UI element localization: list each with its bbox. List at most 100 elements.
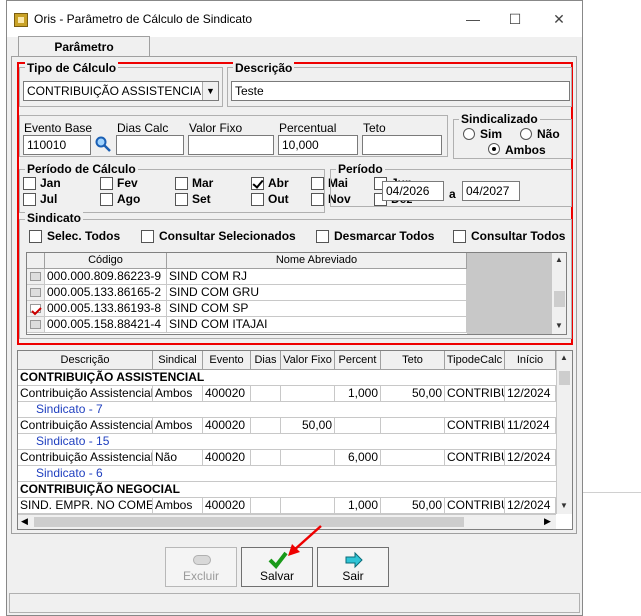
tab-parametro[interactable]: Parâmetro — [18, 36, 150, 58]
resumo-col-header[interactable]: Sindical — [153, 351, 203, 370]
month-checkbox[interactable] — [175, 193, 188, 206]
evento-base-input[interactable]: 110010 — [23, 135, 91, 155]
minimize-icon[interactable]: — — [455, 7, 491, 31]
resumo-cell[interactable]: 6,000 — [335, 450, 381, 466]
resumo-cell[interactable]: CONTRIBUIÇ — [445, 498, 505, 514]
row-checkbox[interactable] — [27, 269, 45, 285]
sindicato-nome-cell[interactable]: SIND COM RJ — [167, 269, 467, 285]
row-checkbox[interactable] — [27, 317, 45, 333]
radio-sim[interactable] — [463, 128, 475, 140]
resumo-cell[interactable] — [281, 450, 335, 466]
consultar-todos-checkbox[interactable] — [453, 230, 466, 243]
chevron-down-icon[interactable]: ▼ — [202, 82, 218, 100]
resumo-cell[interactable]: 12/2024 — [505, 498, 556, 514]
resumo-cell[interactable] — [335, 418, 381, 434]
resumo-cell[interactable]: Ambos — [153, 386, 203, 402]
row-checkbox[interactable] — [27, 301, 45, 317]
resumo-col-header[interactable]: Início — [505, 351, 556, 370]
resumo-cell[interactable]: 11/2024 — [505, 418, 556, 434]
resumo-col-header[interactable]: Valor Fixo — [281, 351, 335, 370]
month-checkbox[interactable] — [23, 193, 36, 206]
resumo-cell[interactable] — [251, 450, 281, 466]
resumo-cell[interactable]: 400020 — [203, 450, 251, 466]
resumo-cell[interactable] — [381, 418, 445, 434]
excluir-button[interactable]: Excluir — [165, 547, 237, 587]
resumo-cell[interactable]: 400020 — [203, 386, 251, 402]
close-icon[interactable]: ✕ — [541, 7, 577, 31]
periodo-end-input[interactable]: 04/2027 — [462, 181, 520, 201]
scroll-thumb[interactable] — [554, 291, 565, 307]
resumo-vscrollbar[interactable]: ▲ ▼ — [556, 351, 572, 514]
month-checkbox[interactable] — [175, 177, 188, 190]
resumo-col-header[interactable]: Teto — [381, 351, 445, 370]
resumo-cell[interactable]: Contribuição Assistencial — [18, 386, 153, 402]
resumo-cell[interactable]: 1,000 — [335, 386, 381, 402]
sindicato-nome-cell[interactable]: SIND COM GRU — [167, 285, 467, 301]
scroll-up-icon[interactable]: ▲ — [560, 353, 568, 362]
month-checkbox[interactable] — [251, 177, 264, 190]
sindicato-scrollbar[interactable]: ▲ ▼ — [551, 253, 566, 334]
valor-fixo-input[interactable] — [188, 135, 274, 155]
resumo-cell[interactable] — [281, 498, 335, 514]
search-icon[interactable] — [94, 135, 112, 153]
desmarcar-todos-checkbox[interactable] — [316, 230, 329, 243]
resumo-cell[interactable]: CONTRIBUIÇ — [445, 450, 505, 466]
maximize-icon[interactable]: ☐ — [497, 7, 533, 31]
resumo-cell[interactable] — [251, 418, 281, 434]
sindicato-nome-cell[interactable]: SIND COM SP — [167, 301, 467, 317]
scroll-thumb[interactable] — [34, 517, 464, 527]
scroll-down-icon[interactable]: ▼ — [560, 501, 568, 510]
resumo-cell[interactable] — [281, 386, 335, 402]
row-checkbox[interactable] — [27, 285, 45, 301]
resumo-cell[interactable]: 400020 — [203, 498, 251, 514]
resumo-cell[interactable]: 50,00 — [281, 418, 335, 434]
sindicato-codigo-cell[interactable]: 000.005.133.86193-8 — [45, 301, 167, 317]
month-checkbox[interactable] — [100, 193, 113, 206]
scroll-thumb[interactable] — [559, 371, 570, 385]
sindicato-codigo-cell[interactable]: 000.000.809.86223-9 — [45, 269, 167, 285]
resumo-col-header[interactable]: TipodeCalc — [445, 351, 505, 370]
month-checkbox[interactable] — [100, 177, 113, 190]
resumo-cell[interactable]: Contribuição Assistencial Ar — [18, 418, 153, 434]
month-checkbox[interactable] — [311, 193, 324, 206]
sair-button[interactable]: Sair — [317, 547, 389, 587]
resumo-cell[interactable]: 50,00 — [381, 498, 445, 514]
resumo-cell[interactable]: 12/2024 — [505, 386, 556, 402]
scroll-left-icon[interactable]: ◀ — [21, 516, 28, 527]
resumo-cell[interactable]: 400020 — [203, 418, 251, 434]
resumo-col-header[interactable]: Percent — [335, 351, 381, 370]
sindicato-nome-cell[interactable]: SIND COM ITAJAI — [167, 317, 467, 333]
resumo-cell[interactable]: Ambos — [153, 498, 203, 514]
sindicato-col-nome[interactable]: Nome Abreviado — [167, 253, 467, 269]
scroll-right-icon[interactable]: ▶ — [544, 516, 551, 527]
resumo-subgroup-row[interactable]: Sindicato - 6 — [18, 466, 556, 482]
resumo-cell[interactable]: 50,00 — [381, 386, 445, 402]
teto-input[interactable] — [362, 135, 442, 155]
resumo-cell[interactable] — [381, 450, 445, 466]
resumo-cell[interactable]: Não — [153, 450, 203, 466]
resumo-cell[interactable] — [251, 386, 281, 402]
resumo-cell[interactable]: SIND. EMPR. NO COMERC — [18, 498, 153, 514]
month-checkbox[interactable] — [311, 177, 324, 190]
percentual-input[interactable]: 10,000 — [278, 135, 358, 155]
sindicato-codigo-cell[interactable]: 000.005.133.86165-2 — [45, 285, 167, 301]
resumo-col-header[interactable]: Evento — [203, 351, 251, 370]
resumo-col-header[interactable]: Descrição — [18, 351, 153, 370]
descricao-input[interactable]: Teste — [231, 81, 570, 101]
consultar-selecionados-checkbox[interactable] — [141, 230, 154, 243]
resumo-cell[interactable] — [251, 498, 281, 514]
scroll-up-icon[interactable]: ▲ — [555, 255, 563, 264]
sindicato-col-codigo[interactable]: Código — [45, 253, 167, 269]
resumo-cell[interactable]: CONTRIBUIÇ — [445, 418, 505, 434]
resumo-cell[interactable]: CONTRIBUIÇ — [445, 386, 505, 402]
resumo-col-header[interactable]: Dias — [251, 351, 281, 370]
scroll-down-icon[interactable]: ▼ — [555, 321, 563, 330]
resumo-cell[interactable]: Ambos — [153, 418, 203, 434]
tipo-calculo-select[interactable]: CONTRIBUIÇÃO ASSISTENCIAL ▼ — [23, 81, 219, 101]
resumo-cell[interactable]: 1,000 — [335, 498, 381, 514]
sindicato-codigo-cell[interactable]: 000.005.158.88421-4 — [45, 317, 167, 333]
resumo-cell[interactable]: 12/2024 — [505, 450, 556, 466]
periodo-start-input[interactable]: 04/2026 — [382, 181, 444, 201]
month-checkbox[interactable] — [251, 193, 264, 206]
resumo-subgroup-row[interactable]: Sindicato - 7 — [18, 402, 556, 418]
